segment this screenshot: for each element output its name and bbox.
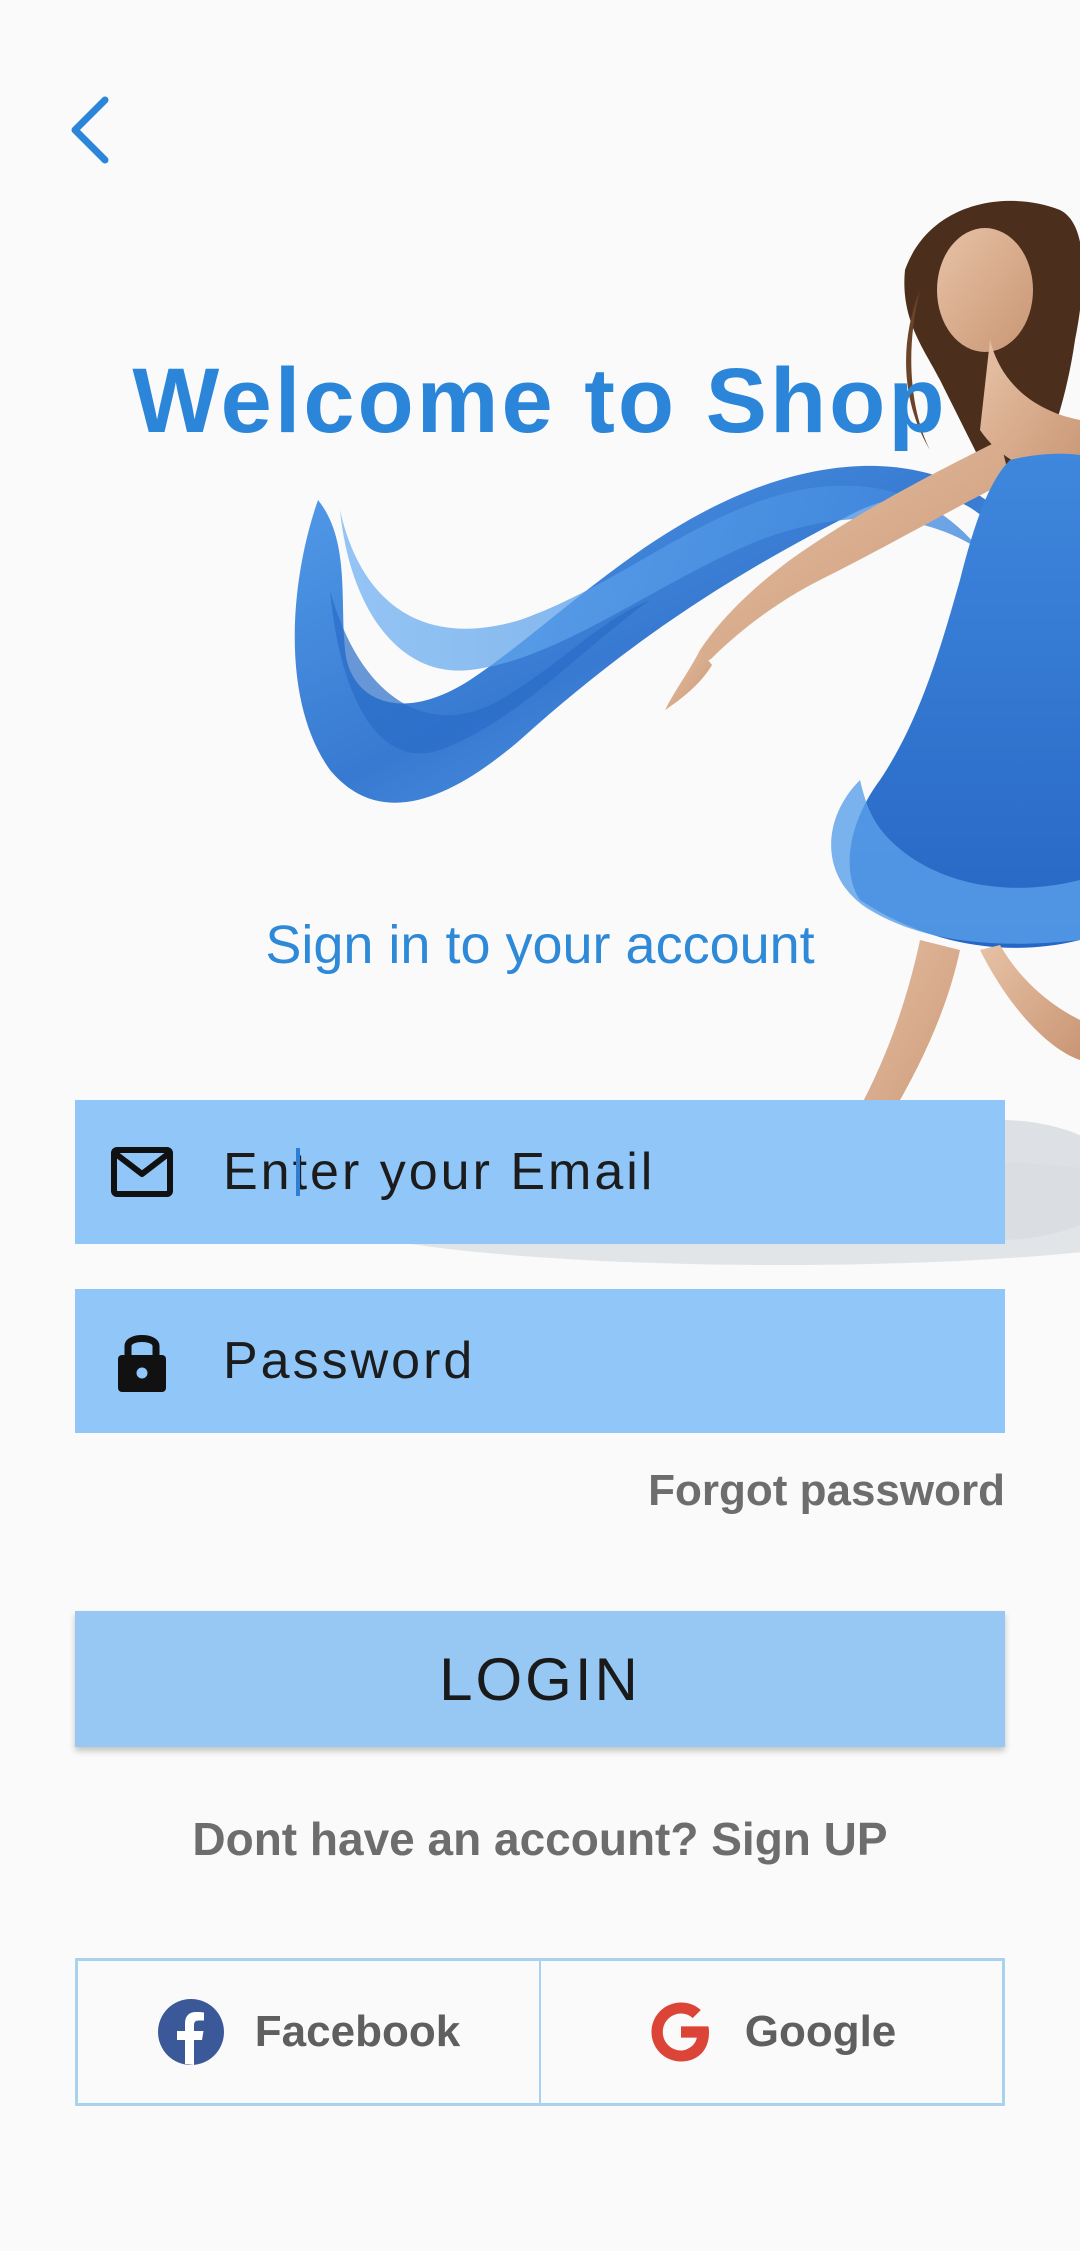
facebook-label: Facebook — [254, 2007, 461, 2056]
login-button[interactable]: LOGIN — [75, 1611, 1005, 1747]
text-caret — [296, 1148, 300, 1196]
back-button[interactable] — [50, 85, 130, 175]
signup-link[interactable]: Dont have an account? Sign UP — [0, 1812, 1080, 1866]
password-input[interactable] — [223, 1289, 1005, 1433]
google-label: Google — [744, 2007, 897, 2056]
google-login-button[interactable]: Google — [539, 1961, 1002, 2103]
email-field[interactable] — [75, 1100, 1005, 1244]
google-icon — [647, 1998, 715, 2066]
chevron-left-icon — [71, 96, 109, 164]
email-input[interactable] — [223, 1100, 1005, 1244]
page-subtitle: Sign in to your account — [265, 915, 815, 975]
facebook-icon — [157, 1998, 225, 2066]
facebook-login-button[interactable]: Facebook — [78, 1961, 539, 2103]
mail-icon — [106, 1136, 178, 1208]
password-field[interactable] — [75, 1289, 1005, 1433]
page-title: Welcome to Shop — [132, 350, 948, 452]
lock-icon — [106, 1325, 178, 1397]
social-login-bar: Facebook Google — [75, 1958, 1005, 2106]
forgot-password-link[interactable]: Forgot password — [648, 1466, 1005, 1516]
